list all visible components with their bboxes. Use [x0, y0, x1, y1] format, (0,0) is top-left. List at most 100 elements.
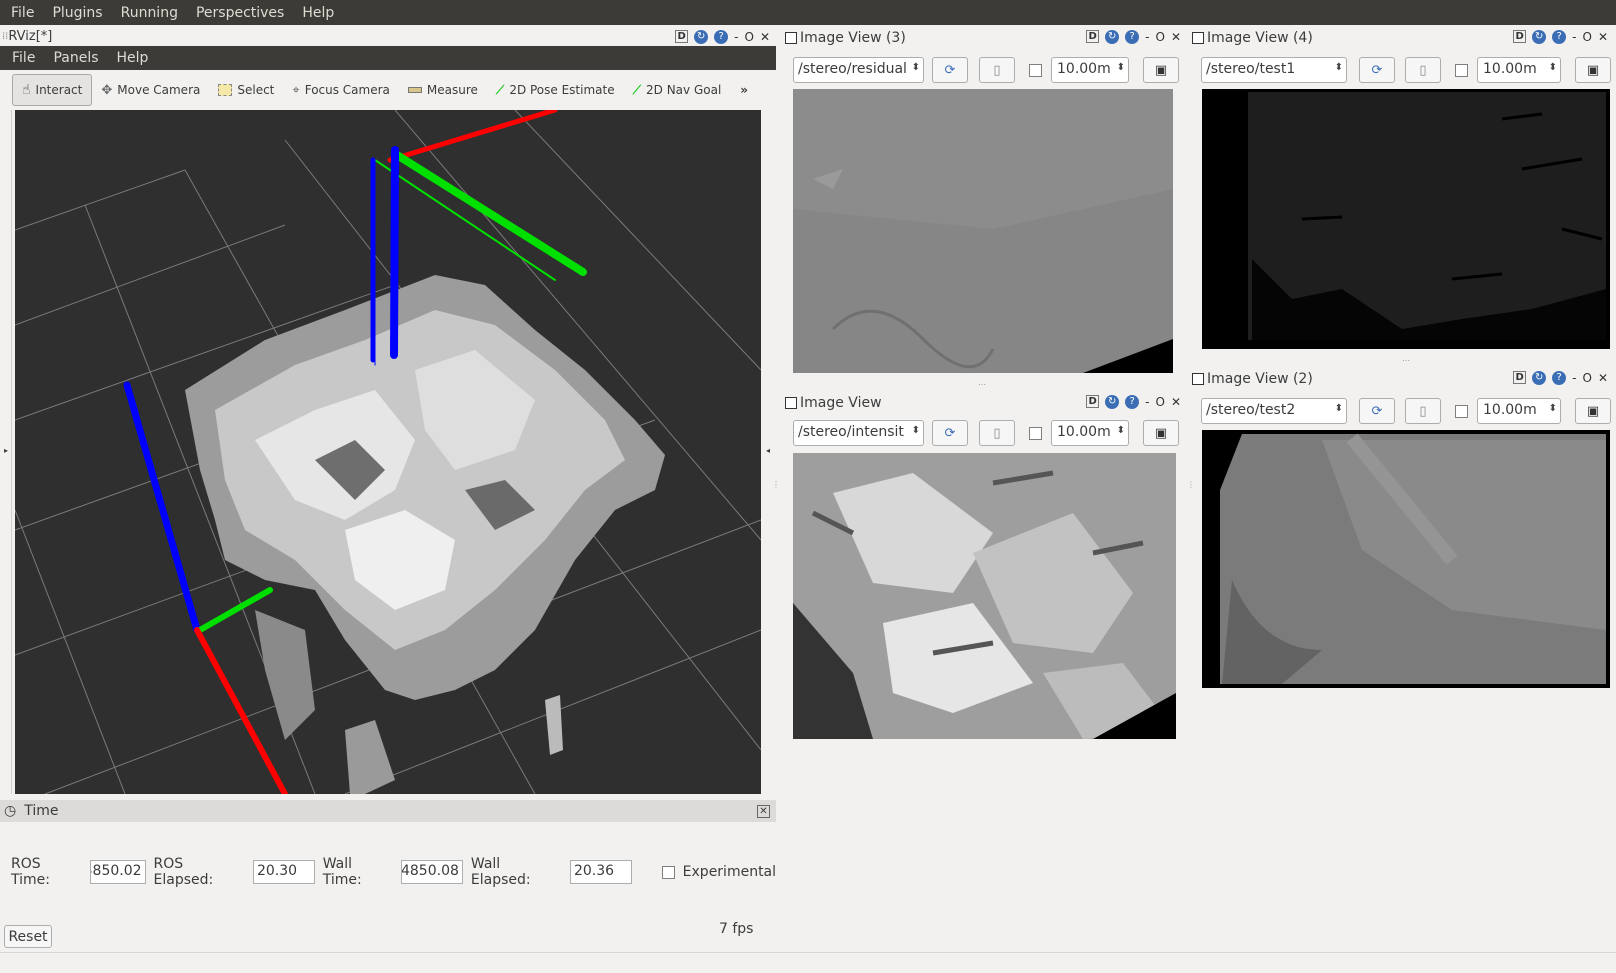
- left-arrow-icon: ◂: [766, 446, 771, 455]
- refresh-topics-button[interactable]: ⟳: [1359, 398, 1395, 424]
- topic-select[interactable]: /stereo/residual: [793, 57, 924, 83]
- splitter-handle[interactable]: ⋮: [772, 480, 780, 489]
- help-icon[interactable]: ?: [714, 29, 729, 44]
- duration-spinbox[interactable]: 10.00m: [1477, 57, 1561, 83]
- help-icon[interactable]: ?: [1125, 29, 1140, 44]
- window-icon: [785, 32, 797, 44]
- duration-spinbox[interactable]: 10.00m: [1051, 57, 1129, 83]
- app-menu-running[interactable]: Running: [121, 5, 178, 21]
- save-image-button[interactable]: ▣: [1575, 398, 1611, 424]
- float-button[interactable]: O: [1155, 395, 1164, 409]
- select-icon: [218, 84, 233, 96]
- close-button[interactable]: ✕: [1598, 30, 1608, 44]
- time-fields-row: ROS Time: 4850.02 ROS Elapsed: 20.30 Wal…: [0, 856, 776, 888]
- refresh-topics-button[interactable]: ⟳: [932, 420, 968, 446]
- hand-icon: ☝: [22, 82, 31, 98]
- zoom-fit-button[interactable]: ▯: [979, 420, 1015, 446]
- float-button[interactable]: O: [744, 30, 753, 44]
- duration-spinbox[interactable]: 10.00m: [1051, 420, 1129, 446]
- tool-move-camera[interactable]: ✥ Move Camera: [92, 74, 209, 106]
- refresh-topics-button[interactable]: ⟳: [932, 57, 968, 83]
- reload-icon[interactable]: ↻: [1532, 29, 1547, 44]
- smooth-checkbox[interactable]: [1029, 63, 1042, 77]
- left-collapse-handle[interactable]: ▸: [2, 110, 12, 794]
- right-collapse-handle[interactable]: ◂: [764, 110, 774, 794]
- smooth-checkbox[interactable]: [1455, 404, 1468, 418]
- dock-d-button[interactable]: D: [675, 30, 689, 43]
- fps-readout: 7 fps: [719, 921, 754, 937]
- reload-icon[interactable]: ↻: [1532, 370, 1547, 385]
- smooth-checkbox[interactable]: [1029, 426, 1042, 440]
- dock-d-button[interactable]: D: [1086, 395, 1100, 408]
- reload-icon[interactable]: ↻: [1105, 394, 1120, 409]
- minimize-button[interactable]: -: [1572, 30, 1576, 44]
- float-button[interactable]: O: [1155, 30, 1164, 44]
- rviz-menu-file[interactable]: File: [12, 50, 35, 66]
- app-menu-help[interactable]: Help: [302, 5, 334, 21]
- minimize-button[interactable]: -: [1572, 371, 1576, 385]
- time-panel-label: Time: [24, 803, 59, 819]
- topic-select[interactable]: /stereo/test2: [1201, 398, 1347, 424]
- refresh-topics-button[interactable]: ⟳: [1359, 57, 1395, 83]
- help-icon[interactable]: ?: [1552, 370, 1567, 385]
- save-image-button[interactable]: ▣: [1143, 57, 1179, 83]
- zoom-fit-button[interactable]: ▯: [1405, 57, 1441, 83]
- app-menu-perspectives[interactable]: Perspectives: [196, 5, 284, 21]
- app-menu-plugins[interactable]: Plugins: [52, 5, 102, 21]
- dock-d-button[interactable]: D: [1086, 30, 1100, 43]
- close-button[interactable]: ✕: [1171, 395, 1181, 409]
- zoom-fit-button[interactable]: ▯: [1405, 398, 1441, 424]
- dock-d-button[interactable]: D: [1513, 371, 1527, 384]
- minimize-button[interactable]: -: [734, 30, 738, 44]
- smooth-checkbox[interactable]: [1455, 63, 1468, 77]
- wall-time-field[interactable]: 34850.08: [401, 860, 463, 884]
- zoom-fit-button[interactable]: ▯: [979, 57, 1015, 83]
- tool-interact[interactable]: ☝ Interact: [12, 74, 93, 106]
- minimize-button[interactable]: -: [1145, 30, 1149, 44]
- reload-icon[interactable]: ↻: [1105, 29, 1120, 44]
- toolbar-more-button[interactable]: »: [740, 83, 748, 97]
- help-icon[interactable]: ?: [1552, 29, 1567, 44]
- tool-focus-camera[interactable]: ⌖ Focus Camera: [283, 74, 399, 106]
- tool-pose-label: 2D Pose Estimate: [509, 83, 615, 97]
- tool-2d-pose-estimate[interactable]: ⟋ 2D Pose Estimate: [487, 74, 624, 106]
- minimize-button[interactable]: -: [1145, 395, 1149, 409]
- image-view-title: Image View: [800, 395, 882, 411]
- image-view-2-panel: Image View (2) D ↻ ? - O ✕ /stereo/test2…: [1190, 368, 1616, 698]
- close-button[interactable]: ✕: [1598, 371, 1608, 385]
- duration-spinbox[interactable]: 10.00m: [1477, 398, 1561, 424]
- app-menu-file[interactable]: File: [11, 5, 34, 21]
- close-button[interactable]: ✕: [760, 30, 770, 44]
- splitter-handle[interactable]: ⋯: [978, 380, 986, 389]
- close-button[interactable]: ✕: [1171, 30, 1181, 44]
- tool-2d-nav-goal[interactable]: ⟋ 2D Nav Goal: [624, 74, 731, 106]
- image-view-4-panel: Image View (4) D ↻ ? - O ✕ /stereo/test1…: [1190, 27, 1616, 357]
- tool-nav-goal-label: 2D Nav Goal: [646, 83, 722, 97]
- tool-select[interactable]: Select: [209, 74, 283, 106]
- save-image-button[interactable]: ▣: [1575, 57, 1611, 83]
- ros-time-field[interactable]: 4850.02: [89, 860, 146, 884]
- splitter-handle[interactable]: ⋯: [1402, 356, 1410, 365]
- wall-elapsed-field[interactable]: 20.36: [569, 860, 632, 884]
- image-view-2-title: Image View (2): [1207, 371, 1313, 387]
- image-view-4-title-bar: Image View (4) D ↻ ? - O ✕: [1190, 27, 1616, 49]
- float-button[interactable]: O: [1582, 30, 1591, 44]
- time-panel-close-icon[interactable]: ✕: [757, 804, 770, 818]
- image-view-3-controls: /stereo/residual ⟳ ▯ 10.00m ▣: [783, 56, 1183, 84]
- save-image-button[interactable]: ▣: [1143, 420, 1179, 446]
- 3d-viewport[interactable]: [15, 110, 761, 794]
- splitter-handle[interactable]: ⋮: [1187, 480, 1195, 489]
- ros-elapsed-field[interactable]: 20.30: [252, 860, 315, 884]
- topic-select[interactable]: /stereo/test1: [1201, 57, 1347, 83]
- rviz-menu-panels[interactable]: Panels: [53, 50, 98, 66]
- tool-measure[interactable]: Measure: [399, 74, 487, 106]
- reload-icon[interactable]: ↻: [694, 29, 709, 44]
- reset-button[interactable]: Reset: [4, 925, 52, 948]
- topic-select[interactable]: /stereo/intensit: [793, 420, 924, 446]
- rviz-menu-help[interactable]: Help: [117, 50, 149, 66]
- dock-d-button[interactable]: D: [1513, 30, 1527, 43]
- image-view-3-title-bar: Image View (3) D ↻ ? - O ✕: [783, 27, 1183, 49]
- float-button[interactable]: O: [1582, 371, 1591, 385]
- help-icon[interactable]: ?: [1125, 394, 1140, 409]
- experimental-checkbox[interactable]: [661, 865, 675, 879]
